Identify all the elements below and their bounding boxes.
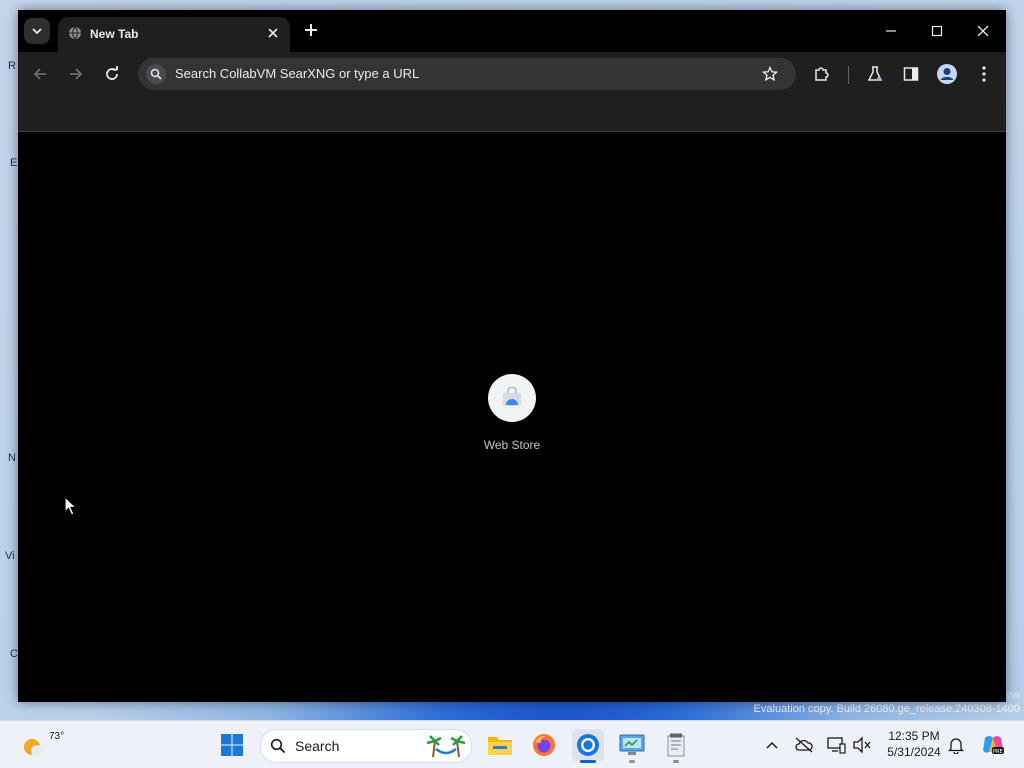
network-display-icon — [827, 737, 846, 754]
tab-search-button[interactable] — [24, 18, 50, 44]
labs-button[interactable] — [861, 60, 889, 88]
weather-sun-icon — [24, 739, 43, 757]
mouse-cursor-icon — [64, 496, 78, 516]
menu-button[interactable] — [970, 60, 998, 88]
show-hidden-icons-button[interactable] — [762, 735, 782, 755]
desktop-icon-label[interactable]: N — [8, 452, 16, 464]
bookmark-button[interactable] — [756, 60, 784, 88]
notepad-button[interactable] — [660, 729, 692, 761]
search-highlight-beach-icon — [426, 735, 466, 758]
taskbar: 73° Search 12:35 PM 5/31/2024 PRE — [0, 720, 1024, 768]
weather-widget[interactable]: 73° — [18, 729, 64, 761]
browser-titlebar[interactable]: New Tab — [18, 10, 1006, 52]
notepad-running-indicator — [673, 760, 679, 763]
extensions-button[interactable] — [808, 60, 836, 88]
notifications-button[interactable] — [946, 735, 966, 755]
desktop-icon-label[interactable]: E — [10, 157, 17, 169]
close-tab-button[interactable] — [264, 24, 282, 42]
omnibox[interactable]: Search CollabVM SearXNG or type a URL — [138, 58, 796, 90]
bookmarks-bar — [18, 96, 1006, 132]
shortcut-label: Web Store — [483, 438, 541, 452]
volume-muted-button[interactable] — [852, 735, 872, 755]
search-icon — [270, 738, 286, 754]
control-panel-running-indicator — [629, 760, 635, 763]
desktop-icon-label[interactable]: Vi — [5, 550, 15, 562]
network-button[interactable] — [826, 735, 846, 755]
desktop-icon-label[interactable]: R — [8, 60, 16, 72]
cloud-off-icon — [795, 737, 813, 753]
copilot-icon: PRE — [983, 736, 1004, 755]
copilot-button[interactable]: PRE — [980, 735, 1006, 755]
reload-button[interactable] — [98, 60, 126, 88]
onedrive-offline-button[interactable] — [794, 735, 814, 755]
toolbar-separator — [848, 66, 849, 84]
tab-title: New Tab — [90, 27, 139, 41]
chevron-up-icon — [766, 741, 778, 749]
taskbar-clock[interactable]: 12:35 PM 5/31/2024 — [876, 728, 952, 760]
puzzle-icon — [815, 67, 829, 81]
windows-logo-icon — [221, 734, 243, 756]
chevron-down-icon — [32, 28, 42, 35]
folder-icon — [488, 737, 512, 755]
globe-icon — [69, 26, 81, 40]
tab-new-tab[interactable]: New Tab — [58, 17, 290, 52]
kebab-menu-icon — [982, 66, 986, 82]
search-icon — [146, 64, 166, 84]
side-panel-button[interactable] — [897, 60, 925, 88]
clock-date: 5/31/2024 — [887, 745, 941, 759]
arrow-right-icon — [70, 68, 83, 80]
firefox-button[interactable] — [528, 729, 560, 761]
maximize-button[interactable] — [919, 18, 955, 44]
taskbar-search-box[interactable]: Search — [260, 729, 472, 763]
new-tab-button[interactable] — [300, 20, 322, 42]
desktop-icon-label[interactable]: C — [10, 648, 18, 660]
firefox-icon — [533, 734, 555, 756]
new-tab-page: Web Store — [18, 132, 1006, 702]
bell-icon — [948, 738, 964, 754]
chrome-icon — [577, 734, 599, 756]
flask-icon — [867, 66, 883, 81]
minimize-icon — [886, 30, 896, 32]
chrome-button[interactable] — [572, 729, 604, 761]
arrow-left-icon — [33, 68, 46, 80]
minimize-button[interactable] — [873, 18, 909, 44]
omnibox-placeholder: Search CollabVM SearXNG or type a URL — [175, 66, 420, 81]
close-icon — [268, 28, 278, 38]
close-window-button[interactable] — [965, 18, 1001, 44]
start-button[interactable] — [216, 729, 248, 761]
shortcut-web-store[interactable]: Web Store — [482, 374, 542, 452]
reload-icon — [106, 66, 118, 80]
control-panel-button[interactable] — [616, 729, 648, 761]
avatar-icon — [937, 64, 957, 84]
clock-time: 12:35 PM — [888, 729, 940, 743]
maximize-icon — [931, 25, 943, 37]
star-icon — [762, 66, 778, 82]
chrome-active-indicator — [580, 760, 596, 763]
web-store-icon — [488, 374, 536, 422]
taskbar-search-label: Search — [295, 738, 340, 754]
browser-toolbar: Search CollabVM SearXNG or type a URL — [18, 52, 1006, 96]
speaker-muted-icon — [853, 736, 871, 754]
svg-text:PRE: PRE — [993, 749, 1003, 755]
browser-window: New Tab Search CollabVM SearXNG or type … — [18, 10, 1006, 702]
weather-temperature: 73° — [49, 731, 65, 742]
control-panel-icon — [619, 734, 645, 755]
close-icon — [977, 25, 989, 37]
profile-button[interactable] — [933, 60, 961, 88]
notepad-icon — [667, 733, 685, 757]
plus-icon — [305, 24, 317, 36]
forward-button[interactable] — [62, 60, 90, 88]
side-panel-icon — [903, 67, 919, 81]
back-button[interactable] — [26, 60, 54, 88]
watermark-line-2: Evaluation copy. Build 26080.ge_release.… — [753, 703, 1020, 715]
file-explorer-button[interactable] — [484, 729, 516, 761]
